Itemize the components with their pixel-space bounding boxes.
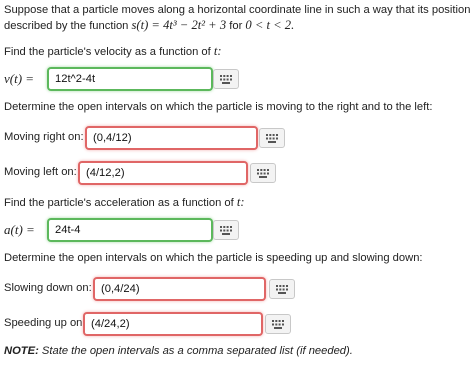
acceleration-prompt-var: t:: [236, 195, 245, 209]
speeding-up-value: (4/24,2): [91, 318, 130, 330]
problem-text-line1: Suppose that a particle moves along a ho…: [4, 4, 474, 16]
moving-left-label: Moving left on:: [4, 166, 77, 178]
note: NOTE: State the open intervals as a comm…: [4, 345, 353, 357]
slowing-down-value: (0,4/24): [101, 283, 140, 295]
moving-right-label: Moving right on:: [4, 131, 84, 143]
keypad-icon[interactable]: [269, 279, 295, 299]
velocity-prompt: Find the particle's velocity as a functi…: [4, 44, 222, 59]
speeding-up-label: Speeding up on:: [4, 317, 86, 329]
acceleration-input-value: 24t-4: [55, 224, 81, 236]
keypad-icon[interactable]: [213, 220, 239, 240]
keypad-icon[interactable]: [250, 163, 276, 183]
velocity-label: v(t) =: [4, 71, 35, 86]
problem-text-line2: described by the function s(t) = 4t³ − 2…: [4, 18, 294, 33]
moving-left-value: (4/12,2): [86, 167, 125, 179]
acceleration-label: a(t) =: [4, 222, 35, 237]
slowing-down-input[interactable]: (0,4/24): [94, 278, 265, 300]
moving-right-input[interactable]: (0,4/12): [86, 127, 257, 149]
keypad-icon[interactable]: [259, 128, 285, 148]
acceleration-prompt: Find the particle's acceleration as a fu…: [4, 195, 245, 210]
keypad-icon[interactable]: [213, 69, 239, 89]
domain-sep: for: [229, 20, 243, 32]
speeding-up-input[interactable]: (4/24,2): [84, 313, 262, 335]
acceleration-input[interactable]: 24t-4: [48, 219, 212, 241]
problem-prefix: described by the function: [4, 20, 129, 32]
moving-left-input[interactable]: (4/12,2): [79, 162, 247, 184]
slowing-down-label: Slowing down on:: [4, 282, 92, 294]
domain-text: 0 < t < 2.: [245, 18, 295, 32]
velocity-input-value: 12t^2-4t: [55, 73, 96, 85]
velocity-prompt-var: t:: [213, 44, 222, 58]
keypad-icon[interactable]: [265, 314, 291, 334]
direction-prompt: Determine the open intervals on which th…: [4, 101, 433, 113]
speed-prompt: Determine the open intervals on which th…: [4, 252, 423, 264]
acceleration-prompt-text: Find the particle's acceleration as a fu…: [4, 197, 234, 209]
note-bold: NOTE:: [4, 345, 39, 357]
velocity-input[interactable]: 12t^2-4t: [48, 68, 212, 90]
moving-right-value: (0,4/12): [93, 132, 132, 144]
position-function: s(t) = 4t³ − 2t² + 3: [131, 18, 227, 32]
velocity-prompt-text: Find the particle's velocity as a functi…: [4, 46, 211, 58]
note-text: State the open intervals as a comma sepa…: [41, 345, 353, 357]
